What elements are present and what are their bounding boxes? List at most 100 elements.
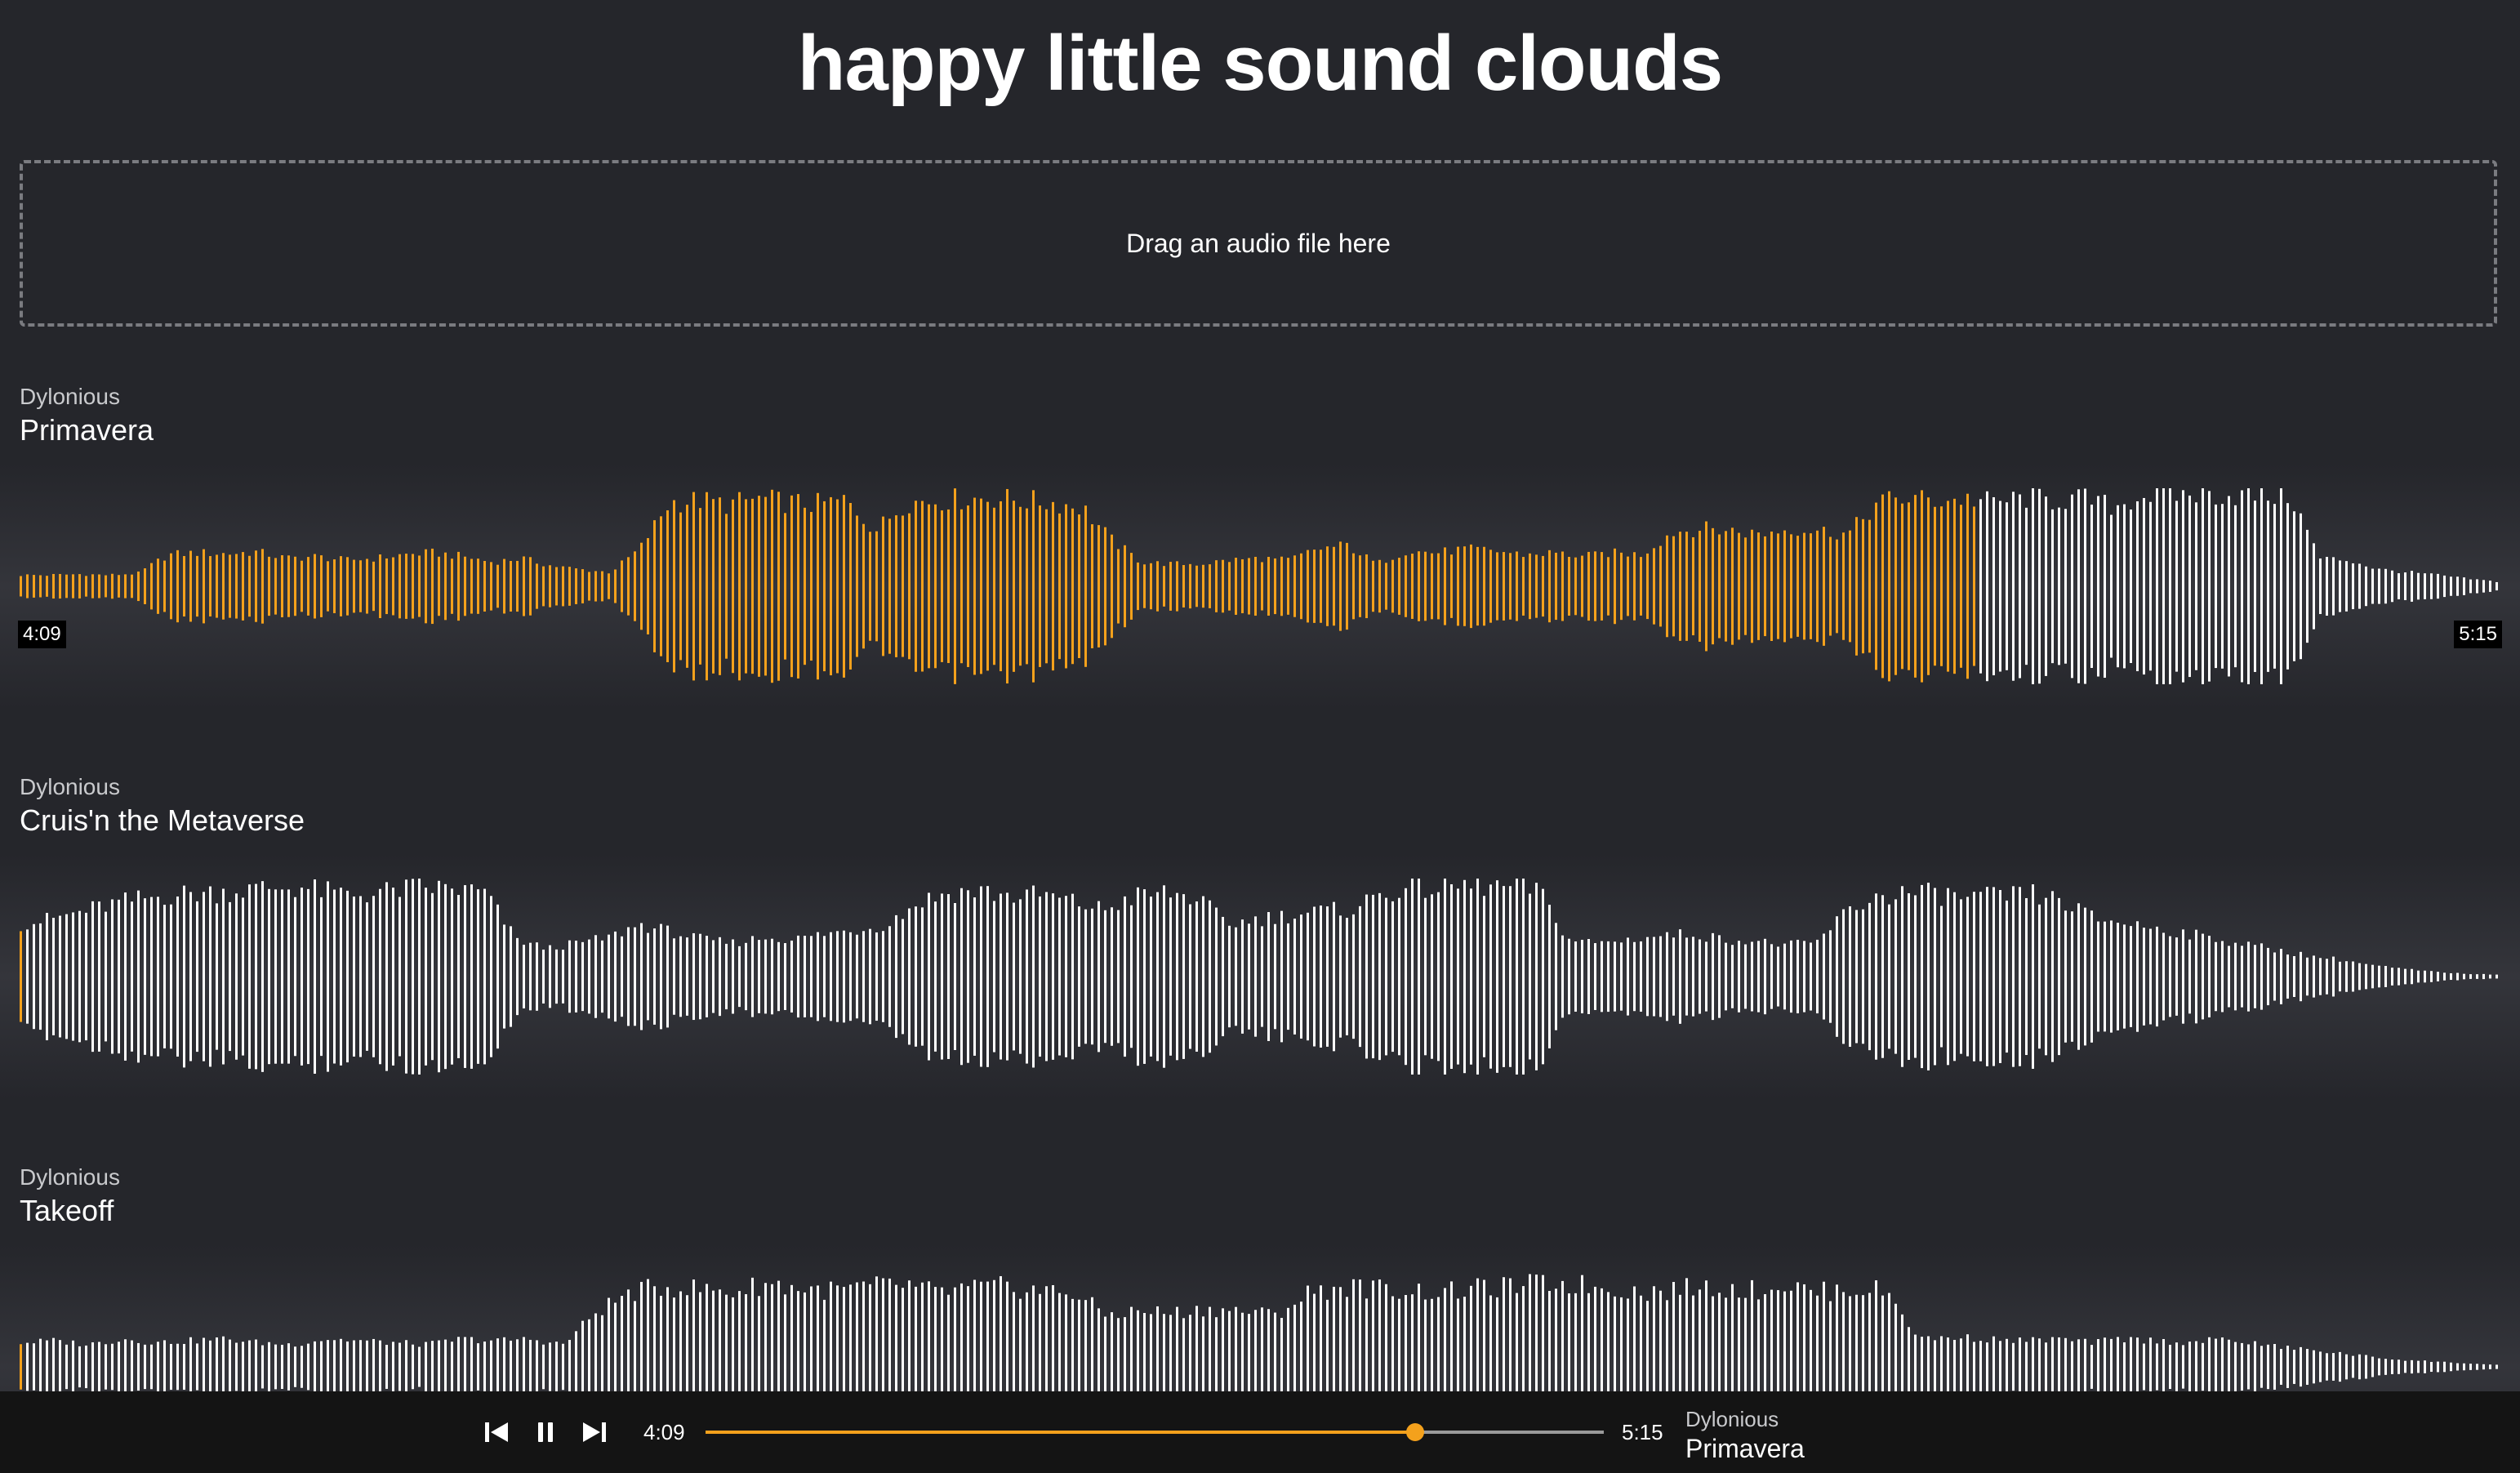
track-artist: Dylonious bbox=[20, 1164, 120, 1190]
waveform-bar bbox=[229, 1339, 231, 1395]
waveform-bar bbox=[294, 1346, 296, 1387]
waveform-bar bbox=[2267, 1344, 2269, 1390]
waveform-bar bbox=[2306, 957, 2309, 996]
waveform-area[interactable]: 4:09 5:15 bbox=[0, 464, 2520, 709]
waveform-bar bbox=[176, 896, 179, 1057]
waveform-bar bbox=[2489, 974, 2491, 979]
waveform-bar bbox=[1522, 879, 1525, 1075]
progress-fill bbox=[706, 1431, 1415, 1434]
waveform-bar bbox=[1921, 490, 1923, 683]
waveform-bar bbox=[1150, 563, 1152, 610]
progress-slider[interactable] bbox=[706, 1423, 1604, 1441]
waveform-bar bbox=[836, 499, 839, 674]
waveform-bar bbox=[33, 575, 35, 598]
waveform-bar bbox=[359, 560, 362, 612]
audio-dropzone[interactable]: Drag an audio file here bbox=[20, 160, 2497, 327]
waveform-area[interactable] bbox=[0, 854, 2520, 1099]
waveform-bar bbox=[261, 1345, 264, 1389]
waveform-bar bbox=[1986, 491, 1988, 682]
waveform-bar bbox=[1496, 880, 1498, 1073]
waveform-bar bbox=[235, 1342, 238, 1391]
waveform-bar bbox=[1000, 893, 1002, 1060]
waveform-bar bbox=[790, 495, 793, 678]
waveform-bar bbox=[1587, 939, 1590, 1014]
waveform-bar bbox=[2143, 1343, 2145, 1391]
waveform-bar bbox=[20, 1344, 22, 1390]
next-button[interactable] bbox=[577, 1414, 612, 1450]
waveform-bar bbox=[274, 1344, 277, 1390]
waveform-bar bbox=[503, 924, 505, 1029]
waveform-bar bbox=[1966, 1334, 1969, 1400]
waveform-bar bbox=[2398, 573, 2400, 599]
waveform-bar bbox=[634, 551, 636, 621]
waveform-bar bbox=[732, 499, 734, 674]
waveform-bar bbox=[431, 548, 434, 625]
waveform-bar bbox=[902, 515, 904, 657]
waveform-bar bbox=[1875, 893, 1877, 1060]
waveform-bar bbox=[1339, 915, 1342, 1038]
waveform-bar bbox=[307, 557, 309, 616]
waveform-bar bbox=[2188, 939, 2191, 1014]
pause-button[interactable] bbox=[528, 1414, 563, 1450]
waveform-bar bbox=[1307, 912, 1309, 1041]
previous-button[interactable] bbox=[479, 1414, 514, 1450]
waveform-bar bbox=[320, 1341, 323, 1393]
track-card[interactable]: Dylonious Primavera 4:09 5:15 bbox=[0, 382, 2520, 758]
waveform-bar bbox=[405, 554, 407, 619]
waveform-bar bbox=[764, 496, 767, 676]
waveform-bar bbox=[2378, 568, 2380, 604]
waveform-bar bbox=[1411, 554, 1414, 619]
waveform-bar bbox=[1738, 532, 1740, 640]
waveform-bar bbox=[2149, 928, 2152, 1025]
waveform-bar bbox=[2358, 563, 2361, 609]
waveform-bar bbox=[2443, 1361, 2446, 1373]
waveform-bar bbox=[1816, 939, 1819, 1014]
progress-thumb[interactable] bbox=[1406, 1423, 1424, 1441]
waveform-bar bbox=[1052, 501, 1054, 671]
waveform-bar bbox=[314, 554, 316, 619]
waveform-bar bbox=[771, 489, 773, 683]
waveform-bar bbox=[2326, 959, 2328, 995]
waveform-bar bbox=[1705, 941, 1707, 1012]
waveform-bar bbox=[1587, 551, 1590, 621]
waveform-bar bbox=[1006, 892, 1008, 1061]
waveform-bar bbox=[118, 575, 120, 598]
waveform-bar bbox=[536, 942, 538, 1011]
waveform-bar bbox=[2326, 556, 2328, 616]
waveform[interactable] bbox=[20, 854, 2502, 1099]
waveform-bar bbox=[118, 1342, 120, 1392]
waveform[interactable] bbox=[20, 464, 2502, 709]
waveform-bar bbox=[1039, 896, 1041, 1057]
waveform-bar bbox=[1124, 896, 1126, 1057]
waveform-bar bbox=[666, 925, 669, 1028]
waveform-bar bbox=[52, 1337, 55, 1396]
waveform-bar bbox=[2084, 488, 2086, 684]
waveform-bar bbox=[2241, 946, 2243, 1008]
waveform-bar bbox=[2437, 972, 2439, 981]
waveform-bar bbox=[59, 915, 61, 1038]
waveform-bar bbox=[2404, 572, 2406, 600]
waveform-bar bbox=[673, 938, 675, 1015]
waveform-bar bbox=[2104, 1337, 2106, 1396]
waveform-bar bbox=[2071, 1341, 2073, 1393]
waveform-bar bbox=[1640, 557, 1642, 616]
waveform-bar bbox=[340, 888, 342, 1066]
waveform-bar bbox=[176, 550, 179, 623]
waveform-bar bbox=[98, 1342, 100, 1392]
waveform-bar bbox=[268, 556, 270, 616]
waveform-bar bbox=[1254, 916, 1257, 1037]
waveform-bar bbox=[2221, 504, 2224, 669]
waveform-bar bbox=[46, 576, 48, 597]
waveform-bar bbox=[72, 912, 74, 1041]
waveform-bar bbox=[725, 943, 728, 1010]
waveform-bar bbox=[2130, 1337, 2132, 1397]
waveform-bar bbox=[2326, 1353, 2328, 1381]
waveform-bar bbox=[464, 885, 466, 1068]
waveform-bar bbox=[568, 1339, 571, 1395]
waveform-bar bbox=[235, 554, 238, 619]
track-card[interactable]: Dylonious Cruis'n the Metaverse bbox=[0, 772, 2520, 1148]
waveform-bar bbox=[1568, 556, 1570, 616]
waveform-bar bbox=[1378, 892, 1381, 1061]
waveform-bar bbox=[1685, 937, 1688, 1016]
waveform-bar bbox=[2064, 509, 2067, 664]
